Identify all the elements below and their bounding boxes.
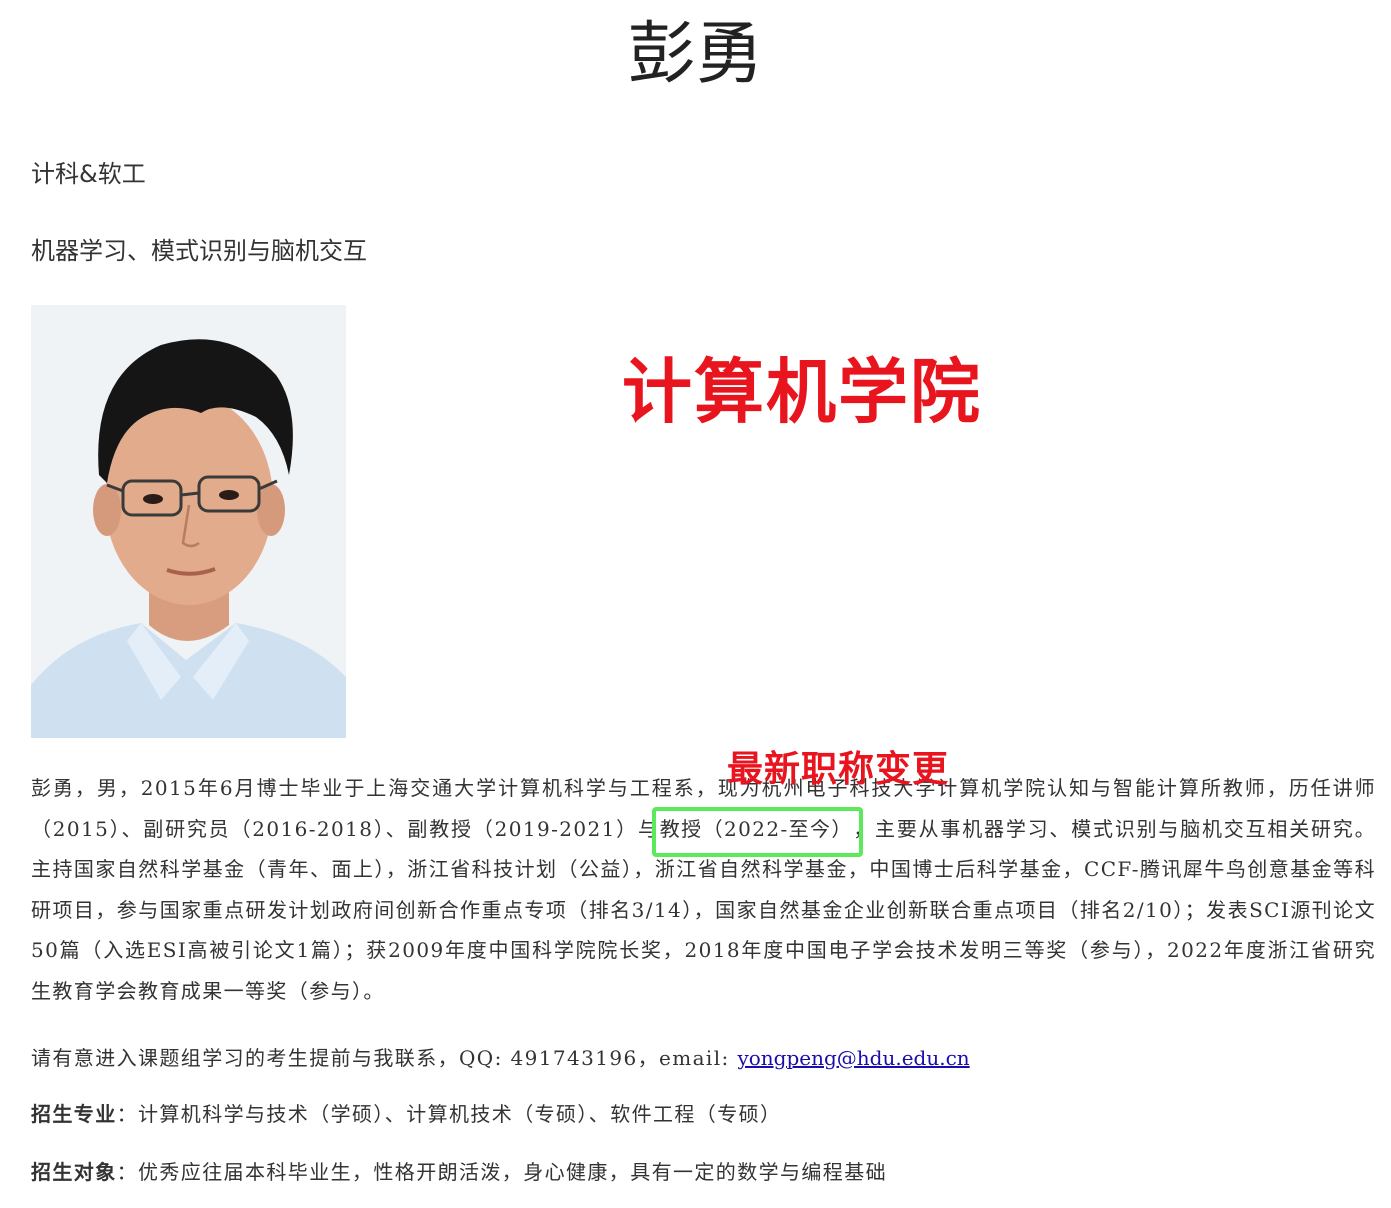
profile-name: 彭勇 <box>627 15 764 94</box>
portrait-illustration <box>31 305 346 738</box>
title-highlight: 教授（2022-至今） <box>651 806 863 857</box>
major-value: ：计算机科学与技术（学硕）、计算机技术（专硕）、软件工程（专硕） <box>116 1102 782 1126</box>
highlighted-title-text: 教授（2022-至今） <box>659 816 853 841</box>
target-label: 招生对象 <box>31 1160 117 1184</box>
department-label: 计科&软工 <box>31 160 146 188</box>
research-field-label: 机器学习、模式识别与脑机交互 <box>31 237 367 265</box>
major-label: 招生专业 <box>31 1102 117 1126</box>
email-link[interactable]: yongpeng@hdu.edu.cn <box>737 1046 969 1070</box>
admission-target: 招生对象：优秀应往届本科毕业生，性格开朗活泼，身心健康，具有一定的数学与编程基础 <box>31 1157 1376 1187</box>
contact-paragraph: 请有意进入课题组学习的考生提前与我联系，QQ: 491743196，email:… <box>31 1043 1376 1073</box>
target-value: ：优秀应往届本科毕业生，性格开朗活泼，身心健康，具有一定的数学与编程基础 <box>116 1160 888 1184</box>
biography-paragraph: 彭勇，男，2015年6月博士毕业于上海交通大学计算机科学与工程系，现为杭州电子科… <box>31 768 1376 1011</box>
profile-photo <box>31 305 346 738</box>
admission-major: 招生专业：计算机科学与技术（学硕）、计算机技术（专硕）、软件工程（专硕） <box>31 1099 1376 1129</box>
contact-text: 请有意进入课题组学习的考生提前与我联系，QQ: 491743196，email: <box>31 1046 738 1070</box>
title-change-annotation: 最新职称变更 <box>727 749 950 790</box>
college-annotation: 计算机学院 <box>622 351 982 433</box>
